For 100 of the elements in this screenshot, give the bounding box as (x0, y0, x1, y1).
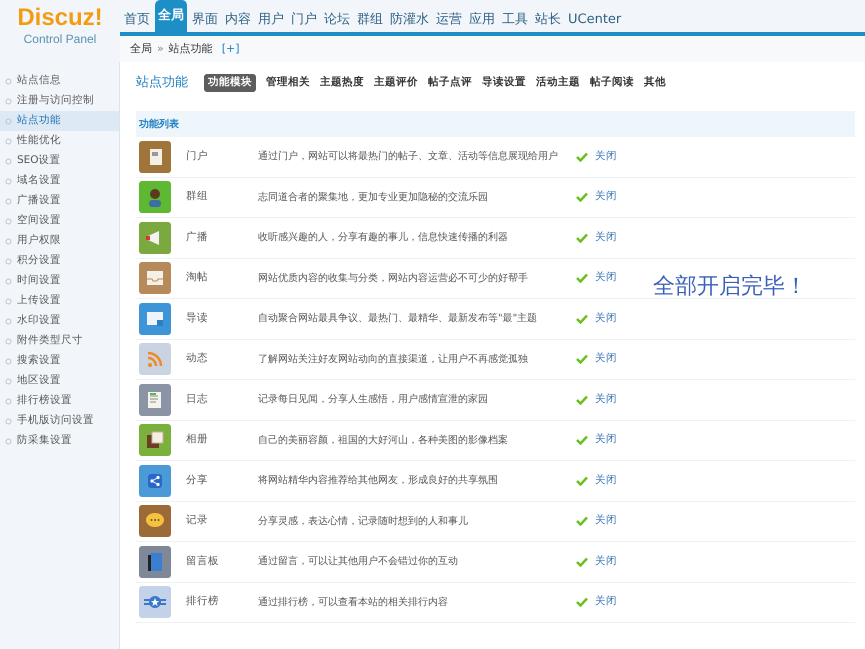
feature-name: 淘帖 (185, 270, 209, 286)
feature-name: 群组 (185, 189, 209, 204)
bullet-icon (5, 298, 12, 304)
bullet-icon (5, 278, 12, 284)
sidebar-item[interactable]: 站点功能 (0, 111, 119, 131)
close-link[interactable]: 关闭 (595, 392, 617, 408)
bullet-icon (5, 358, 12, 364)
star-badge-icon (139, 586, 171, 618)
feature-description: 了解网站关注好友网站动向的直接渠道，让用户不再感觉孤独 (258, 352, 529, 367)
nav-tab[interactable]: 首页 (122, 8, 152, 32)
sidebar-item[interactable]: 附件类型尺寸 (0, 331, 119, 351)
feature-name: 分享 (185, 472, 209, 488)
sidebar-item[interactable]: 水印设置 (0, 311, 119, 331)
nav-tab[interactable]: 运营 (434, 8, 464, 32)
nav-tab[interactable]: 站长 (533, 8, 563, 32)
people-icon (139, 181, 171, 214)
sidebar-item[interactable]: 用户权限 (0, 231, 119, 251)
sidebar-item[interactable]: 注册与访问控制 (0, 91, 119, 111)
sub-tab[interactable]: 导读设置 (482, 75, 526, 91)
bullet-icon (5, 258, 12, 264)
bullet-icon (5, 158, 12, 164)
sidebar-item[interactable]: 时间设置 (0, 271, 119, 291)
sub-tab[interactable]: 帖子阅读 (590, 75, 634, 91)
bullet-icon (5, 238, 12, 244)
close-link[interactable]: 关闭 (595, 189, 617, 206)
feature-description: 自动聚合网站最具争议、最热门、最精华、最新发布等"最"主题 (258, 312, 538, 326)
feature-name: 导读 (185, 310, 209, 326)
bullet-icon (5, 398, 12, 404)
overlay-note: 全部开启完毕！ (653, 273, 807, 301)
feature-name: 记录 (185, 513, 209, 528)
sub-tab[interactable]: 功能模块 (204, 74, 256, 92)
bullet-icon (5, 338, 12, 344)
add-shortcut-link[interactable]: [+] (222, 40, 240, 58)
close-link[interactable]: 关闭 (595, 230, 617, 246)
photo-frames-icon (139, 424, 171, 456)
nav-tab[interactable]: 工具 (500, 8, 530, 32)
breadcrumb-link[interactable]: 站点功能 (168, 40, 213, 58)
sidebar-item[interactable]: 搜索设置 (0, 351, 119, 371)
feature-name: 日志 (185, 392, 209, 407)
sidebar-item[interactable]: 手机版访问设置 (0, 411, 119, 431)
nav-tab[interactable]: 论坛 (322, 8, 352, 32)
bullet-icon (5, 418, 12, 424)
feature-name: 留言板 (185, 554, 220, 569)
breadcrumb-link[interactable]: 全局 (130, 40, 152, 58)
notepad-icon (139, 384, 171, 416)
close-link[interactable]: 关闭 (595, 594, 617, 610)
sidebar-item[interactable]: SEO设置 (0, 151, 119, 171)
sidebar-item[interactable]: 排行榜设置 (0, 391, 119, 411)
nav-tab[interactable]: 群组 (355, 8, 385, 32)
section-title: 功能列表 (139, 118, 179, 132)
sidebar-item[interactable]: 地区设置 (0, 371, 119, 391)
bullet-icon (5, 198, 12, 204)
bullet-icon (5, 138, 12, 144)
close-link[interactable]: 关闭 (595, 148, 617, 165)
nav-tab[interactable]: 全局 (155, 0, 187, 32)
nav-tab[interactable]: 界面 (190, 8, 220, 32)
feature-description: 收听感兴趣的人，分享有趣的事儿，信息快速传播的利器 (258, 230, 509, 246)
nav-tab[interactable]: 应用 (467, 8, 497, 32)
feature-name: 排行榜 (185, 594, 220, 610)
feature-name: 相册 (185, 432, 209, 448)
close-link[interactable]: 关闭 (595, 472, 617, 489)
close-link[interactable]: 关闭 (595, 351, 617, 368)
feature-name: 广播 (185, 230, 209, 245)
close-link[interactable]: 关闭 (595, 270, 617, 286)
sub-tab[interactable]: 其他 (644, 75, 666, 91)
breadcrumb-separator: » (157, 40, 164, 57)
close-link[interactable]: 关闭 (595, 310, 617, 327)
close-link[interactable]: 关闭 (595, 432, 617, 448)
close-link[interactable]: 关闭 (595, 554, 617, 570)
nav-tab[interactable]: 门户 (289, 8, 319, 32)
bullet-icon (5, 218, 12, 224)
sub-tab[interactable]: 活动主题 (536, 75, 580, 91)
feature-description: 通过排行榜，可以查看本站的相关排行内容 (258, 596, 449, 610)
feature-description: 网站优质内容的收集与分类，网站内容运营必不可少的好帮手 (258, 272, 529, 286)
feature-description: 志同道合者的聚集地，更加专业更加隐秘的交流乐园 (258, 190, 489, 205)
megaphone-icon (139, 222, 171, 254)
sub-tab[interactable]: 管理相关 (266, 75, 310, 91)
sidebar-item[interactable]: 域名设置 (0, 171, 119, 191)
nav-tab[interactable]: 用户 (256, 8, 286, 32)
close-link[interactable]: 关闭 (595, 513, 617, 530)
sidebar-item[interactable]: 广播设置 (0, 191, 119, 211)
sidebar-item[interactable]: 防采集设置 (0, 431, 119, 451)
nav-tab[interactable]: 防灌水 (388, 8, 431, 32)
sidebar-item[interactable]: 空间设置 (0, 211, 119, 231)
inbox-tray-icon (139, 262, 171, 294)
bullet-icon (5, 98, 12, 104)
sidebar-item[interactable]: 上传设置 (0, 291, 119, 311)
sidebar-item[interactable]: 积分设置 (0, 251, 119, 271)
nav-tab[interactable]: 内容 (223, 8, 253, 32)
window-icon (139, 302, 171, 335)
sub-tab[interactable]: 主题评价 (374, 75, 418, 91)
bullet-icon (5, 438, 12, 444)
nav-tab[interactable]: UCenter (566, 8, 624, 32)
sub-tab[interactable]: 主题热度 (320, 75, 364, 91)
feature-description: 自己的美丽容颜，祖国的大好河山，各种美图的影像档案 (258, 434, 509, 448)
bullet-icon (5, 378, 12, 384)
sub-tab[interactable]: 帖子点评 (428, 75, 472, 91)
share-icon (139, 464, 171, 497)
sidebar-item[interactable]: 站点信息 (0, 71, 119, 91)
sidebar-item[interactable]: 性能优化 (0, 131, 119, 151)
